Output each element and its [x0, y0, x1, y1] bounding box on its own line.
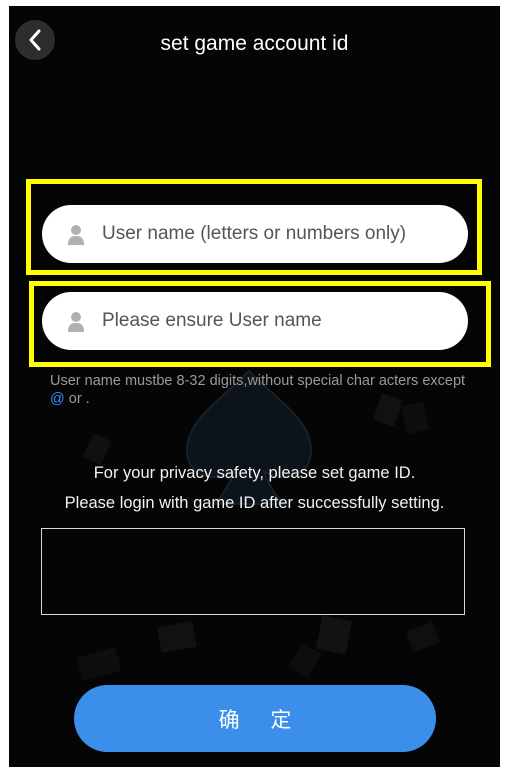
- privacy-info-line-1: For your privacy safety, please set game…: [93, 464, 416, 482]
- highlight-box-username: [26, 179, 482, 275]
- hint-text: User name mustbe 8-32 digits,without spe…: [50, 373, 466, 389]
- confirm-button[interactable]: 确 定: [74, 685, 436, 752]
- page-title: set game account id: [160, 32, 349, 55]
- username-rule-hint: User name mustbe 8-32 digits,without spe…: [50, 372, 470, 408]
- privacy-info-line-2: Please login with game ID after successf…: [64, 494, 445, 512]
- hint-at-symbol: @: [50, 391, 65, 407]
- app-screen: set game account id User name mustbe 8-3…: [9, 6, 500, 767]
- highlight-box-confirm: [29, 281, 491, 367]
- hint-suffix: or .: [64, 391, 90, 407]
- game-id-box[interactable]: [41, 528, 465, 615]
